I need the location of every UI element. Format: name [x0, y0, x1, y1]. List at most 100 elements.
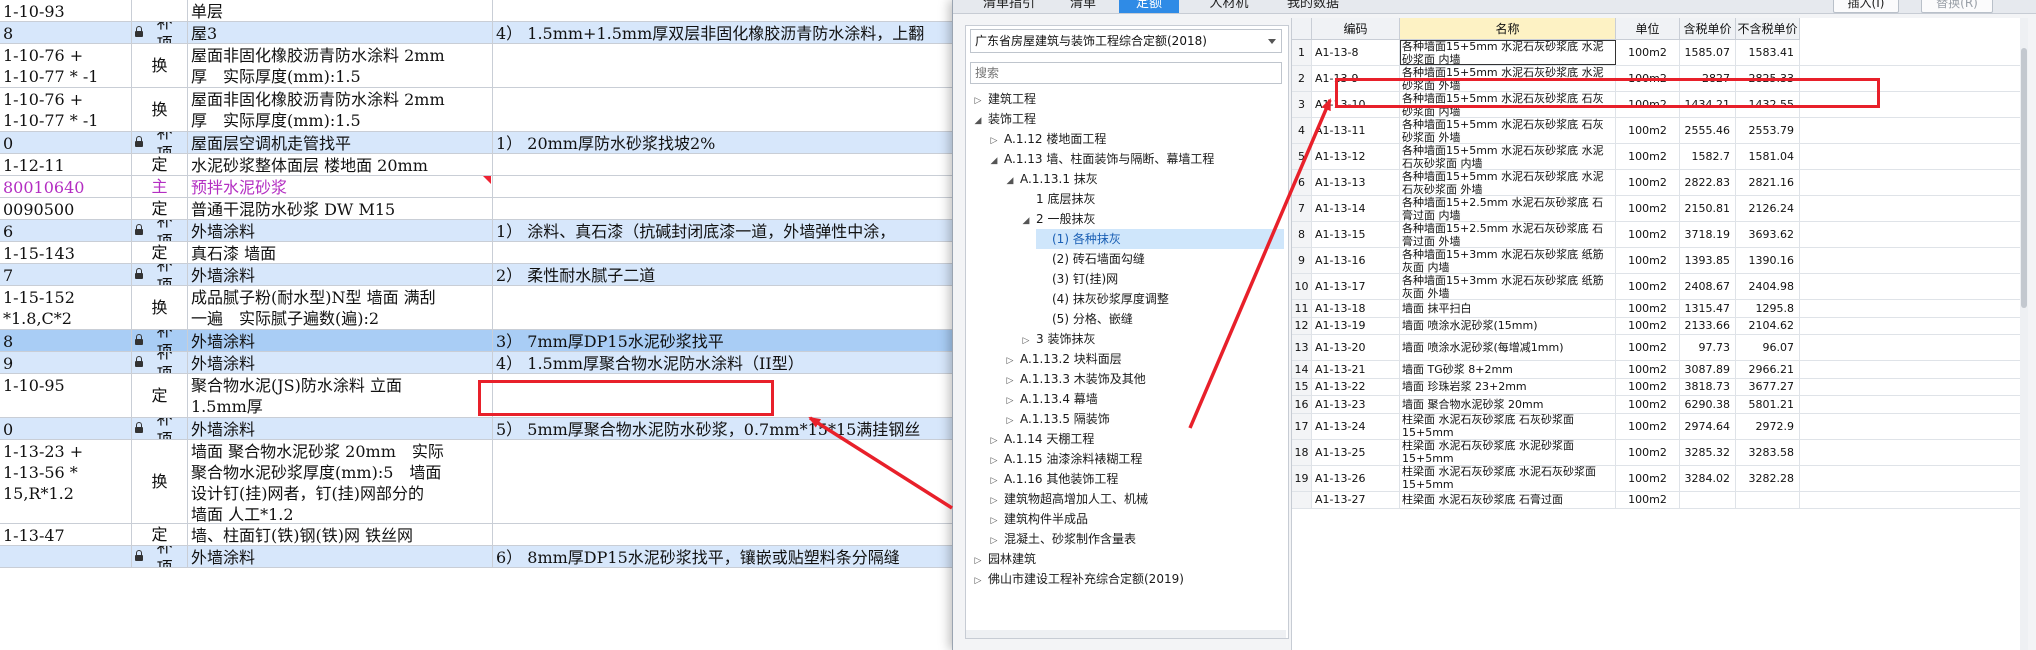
collapse-icon[interactable]: ◢ — [1020, 211, 1032, 231]
row-type[interactable]: 换 — [132, 440, 188, 523]
row-name[interactable]: 屋面非固化橡胶沥青防水涂料 2mm 厚 实际厚度(mm):1.5 — [188, 88, 493, 131]
quota-notax-price[interactable]: 2553.79 — [1736, 118, 1800, 143]
tree-item[interactable]: (1) 各种抹灰 — [1036, 229, 1284, 249]
row-name[interactable]: 外墙涂料 — [188, 418, 493, 439]
tree-item[interactable]: (2) 砖石墙面勾缝 — [1036, 249, 1284, 269]
quota-tax-price[interactable]: 2408.67 — [1680, 274, 1736, 299]
row-feature[interactable] — [493, 88, 953, 131]
row-type[interactable]: 换 — [132, 286, 188, 329]
list-item[interactable]: 7 A1-13-14 各种墙面15+2.5mm 水泥石灰砂浆底 石膏过面 内墙 100… — [1292, 196, 2028, 222]
quota-notax-price[interactable]: 1583.41 — [1736, 40, 1800, 65]
row-index[interactable]: 5 — [1292, 144, 1312, 169]
expand-icon[interactable]: ▷ — [972, 571, 984, 591]
list-item[interactable]: A1-13-27 柱梁面 水泥石灰砂浆底 石膏过面 100m2 — [1292, 491, 2028, 509]
quota-code[interactable]: A1-13-13 — [1312, 170, 1400, 195]
row-index[interactable]: 14 — [1292, 361, 1312, 378]
expand-icon[interactable]: ▷ — [1004, 371, 1016, 391]
row-feature[interactable] — [493, 524, 953, 545]
quota-tax-price[interactable]: 2150.81 — [1680, 196, 1736, 221]
list-item[interactable]: 8 A1-13-15 各种墙面15+2.5mm 水泥石灰砂浆底 石膏过面 外墙 100… — [1292, 222, 2028, 248]
quota-name[interactable]: 各种墙面15+5mm 水泥石灰砂浆底 水泥石灰砂浆面 外墙 — [1400, 170, 1616, 195]
quota-notax-price[interactable]: 2966.21 — [1736, 361, 1800, 378]
tree-item[interactable]: ▷ A.1.15 油漆涂料裱糊工程 — [988, 449, 1284, 469]
scroll-thumb[interactable] — [2021, 48, 2027, 308]
list-item[interactable]: 17 A1-13-24 柱梁面 水泥石灰砂浆底 石灰砂浆面 15+5mm 100m2 2… — [1292, 413, 2028, 440]
list-item[interactable]: 18 A1-13-25 柱梁面 水泥石灰砂浆底 水泥砂浆面 15+5mm 100m2 3… — [1292, 439, 2028, 466]
tree-item[interactable]: ▷ A.1.13.5 隔装饰 — [1004, 409, 1284, 429]
tree-item[interactable]: (5) 分格、嵌缝 — [1036, 309, 1284, 329]
tab-bill[interactable]: 清单 — [1057, 0, 1109, 13]
quota-name[interactable]: 墙面 喷涂水泥砂浆(每增减1mm) — [1400, 335, 1616, 360]
row-index[interactable]: 3 — [1292, 92, 1312, 117]
row-type[interactable]: 补项 — [132, 330, 188, 351]
row-name[interactable]: 普通干混防水砂浆 DW M15 — [188, 198, 493, 219]
tree-item[interactable]: ▷ A.1.14 天棚工程 — [988, 429, 1284, 449]
quota-code[interactable]: A1-13-17 — [1312, 274, 1400, 299]
quota-unit[interactable]: 100m2 — [1616, 491, 1680, 508]
row-code[interactable]: 8 — [0, 330, 132, 351]
quota-notax-price[interactable]: 2126.24 — [1736, 196, 1800, 221]
row-type[interactable]: 补项 — [132, 264, 188, 285]
row-code[interactable]: 1-15-152 *1.8,C*2 — [0, 286, 132, 329]
row-name[interactable]: 屋3 — [188, 22, 493, 43]
expand-icon[interactable]: ▷ — [972, 91, 984, 111]
tree-item[interactable]: ▷ 3 装饰抹灰 — [1020, 329, 1284, 349]
quota-code[interactable]: A1-13-15 — [1312, 222, 1400, 247]
expand-icon[interactable]: ▷ — [988, 471, 1000, 491]
tree-item[interactable]: ◢ A.1.13.1 抹灰 — [1004, 169, 1284, 189]
row-code[interactable]: 80010640 — [0, 176, 132, 197]
tab-quota[interactable]: 定额 — [1119, 0, 1179, 13]
quota-code[interactable]: A1-13-16 — [1312, 248, 1400, 273]
row-index[interactable]: 1 — [1292, 40, 1312, 65]
quota-notax-price[interactable]: 5801.21 — [1736, 396, 1800, 413]
expand-icon[interactable]: ▷ — [1020, 331, 1032, 351]
quota-tax-price[interactable]: 3718.19 — [1680, 222, 1736, 247]
quota-name[interactable]: 柱梁面 水泥石灰砂浆底 水泥石灰砂浆面 15+5mm — [1400, 465, 1616, 491]
quota-name[interactable]: 墙面 喷涂水泥砂浆(15mm) — [1400, 317, 1616, 334]
row-index[interactable]: 11 — [1292, 300, 1312, 317]
row-type[interactable]: 主 — [132, 176, 188, 197]
row-code[interactable]: 1-15-143 — [0, 242, 132, 263]
quota-unit[interactable]: 100m2 — [1616, 396, 1680, 413]
row-type[interactable]: 换 — [132, 44, 188, 87]
expand-icon[interactable]: ▷ — [1004, 391, 1016, 411]
quota-name[interactable]: 墙面 抹平扫白 — [1400, 300, 1616, 317]
row-name[interactable]: 墙面 聚合物水泥砂浆 20mm 实际 聚合物水泥砂浆厚度(mm):5 墙面 设计… — [188, 440, 493, 523]
header-unit[interactable]: 单位 — [1616, 18, 1680, 40]
quota-tax-price[interactable]: 1315.47 — [1680, 300, 1736, 317]
quota-code[interactable]: A1-13-19 — [1312, 317, 1400, 334]
expand-icon[interactable]: ▷ — [1004, 411, 1016, 431]
quota-notax-price[interactable]: 2404.98 — [1736, 274, 1800, 299]
quota-name[interactable]: 柱梁面 水泥石灰砂浆底 石膏过面 — [1400, 491, 1616, 508]
quota-unit[interactable]: 100m2 — [1616, 222, 1680, 247]
quota-unit[interactable]: 100m2 — [1616, 439, 1680, 465]
quota-notax-price[interactable]: 3282.28 — [1736, 465, 1800, 491]
insert-button[interactable]: 插入(I) — [1833, 0, 1899, 13]
row-feature[interactable]: 5） 5mm厚聚合物水泥防水砂浆，0.7mm*15*15满挂钢丝 — [493, 418, 953, 439]
quota-code[interactable]: A1-13-26 — [1312, 465, 1400, 491]
quota-notax-price[interactable]: 2821.16 — [1736, 170, 1800, 195]
quota-tax-price[interactable]: 1393.85 — [1680, 248, 1736, 273]
list-item[interactable]: 6 A1-13-13 各种墙面15+5mm 水泥石灰砂浆底 水泥石灰砂浆面 外墙 10… — [1292, 170, 2028, 196]
quota-tax-price[interactable]: 3285.32 — [1680, 439, 1736, 465]
row-type[interactable]: 定 — [132, 374, 188, 417]
row-index[interactable] — [1292, 491, 1312, 508]
quota-unit[interactable]: 100m2 — [1616, 317, 1680, 334]
quota-name[interactable]: 墙面 珍珠岩浆 23+2mm — [1400, 378, 1616, 395]
row-code[interactable]: 0 — [0, 418, 132, 439]
quota-name[interactable]: 各种墙面15+3mm 水泥石灰砂浆底 纸筋灰面 外墙 — [1400, 274, 1616, 299]
row-type[interactable]: 定 — [132, 198, 188, 219]
row-type[interactable]: 定 — [132, 154, 188, 175]
quota-name[interactable]: 各种墙面15+2.5mm 水泥石灰砂浆底 石膏过面 内墙 — [1400, 196, 1616, 221]
header-tax-price[interactable]: 含税单价 — [1680, 18, 1736, 40]
list-item[interactable]: 9 A1-13-16 各种墙面15+3mm 水泥石灰砂浆底 纸筋灰面 内墙 100m2… — [1292, 248, 2028, 274]
expand-icon[interactable]: ▷ — [972, 551, 984, 571]
row-code[interactable]: 6 — [0, 220, 132, 241]
quota-unit[interactable]: 100m2 — [1616, 118, 1680, 143]
quota-code[interactable]: A1-13-12 — [1312, 144, 1400, 169]
quota-notax-price[interactable] — [1736, 491, 1800, 508]
row-code[interactable]: 1-13-47 — [0, 524, 132, 545]
row-index[interactable]: 15 — [1292, 378, 1312, 395]
tree-item[interactable]: ◢ A.1.13 墙、柱面装饰与隔断、幕墙工程 — [988, 149, 1284, 169]
quota-tax-price[interactable]: 1585.07 — [1680, 40, 1736, 65]
